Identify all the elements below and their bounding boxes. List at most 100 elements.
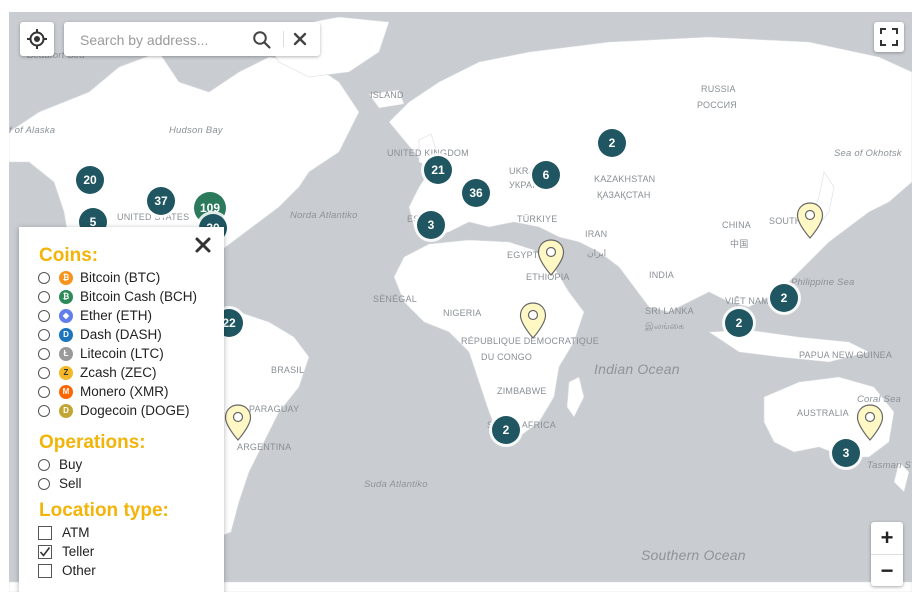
coin-option[interactable]: M Monero (XMR): [38, 382, 169, 401]
label-zimbabwe: ZIMBABWE: [497, 386, 547, 396]
label-senegal: SÉNÉGAL: [373, 294, 417, 304]
fullscreen-button[interactable]: [874, 22, 904, 52]
label-india: INDIA: [649, 270, 675, 280]
label-philippine-sea: Philippine Sea: [791, 277, 855, 288]
coin-label: Litecoin (LTC): [80, 346, 164, 361]
search-input[interactable]: [78, 29, 242, 51]
map-widget: Beaufort Sea f of Alaska Hudson Bay ISLA…: [0, 0, 912, 592]
operation-option[interactable]: Buy: [38, 455, 82, 474]
label-indian-ocean: Indian Ocean: [594, 361, 680, 377]
operation-label: Buy: [59, 457, 83, 472]
cluster-marker[interactable]: 6: [532, 161, 560, 189]
location-pin-icon[interactable]: [519, 302, 547, 340]
location-pin-icon[interactable]: [796, 202, 824, 240]
label-rdc-2: DU CONGO: [481, 352, 533, 362]
search-icon[interactable]: [252, 30, 272, 50]
search-divider: [283, 31, 284, 47]
label-united-states: UNITED STATES: [117, 212, 190, 222]
cluster-marker[interactable]: 2: [725, 309, 753, 337]
radio-button[interactable]: [38, 477, 50, 490]
location-option[interactable]: Other: [38, 561, 96, 580]
cluster-marker[interactable]: 2: [598, 129, 626, 157]
label-suda-atlantiko: Suda Atlantiko: [364, 479, 428, 490]
fullscreen-icon: [880, 28, 898, 46]
filter-panel: Coins: ₿ Bitcoin (BTC) ₿ Bitcoin Cash (BCH…: [19, 227, 224, 592]
location-label: Other: [62, 563, 96, 578]
cluster-marker[interactable]: 3: [832, 439, 860, 467]
label-australia: AUSTRALIA: [797, 408, 849, 418]
dash-icon: D: [59, 327, 73, 342]
zoom-control: + −: [871, 522, 903, 586]
cluster-marker[interactable]: 3: [417, 211, 445, 239]
cluster-marker[interactable]: 20: [76, 166, 104, 194]
cluster-marker[interactable]: 2: [770, 284, 798, 312]
location-pin-icon[interactable]: [856, 404, 884, 442]
coin-option[interactable]: Z Zcash (ZEC): [38, 363, 157, 382]
dogecoin-icon: D: [59, 403, 73, 418]
label-russia: RUSSIA: [701, 84, 736, 94]
coin-label: Dogecoin (DOGE): [80, 403, 190, 418]
radio-button[interactable]: [38, 404, 50, 417]
zoom-in-button[interactable]: +: [871, 522, 903, 555]
cluster-marker[interactable]: 2: [492, 416, 520, 444]
label-nigeria: NIGERIA: [443, 308, 482, 318]
label-sri-lanka: SRI LANKA: [645, 306, 694, 316]
zoom-out-button[interactable]: −: [871, 555, 903, 587]
label-sri-lanka-ta: இலங்கை: [645, 321, 685, 331]
coin-option[interactable]: D Dash (DASH): [38, 325, 162, 344]
label-united-kingdom: UNITED KINGDOM: [387, 148, 469, 158]
radio-button[interactable]: [38, 347, 50, 360]
label-norda-atlantiko: Norda Atlantiko: [290, 210, 358, 221]
coin-label: Ether (ETH): [80, 308, 153, 323]
location-pin-icon[interactable]: [537, 239, 565, 277]
location-option[interactable]: ATM: [38, 523, 90, 542]
coin-option[interactable]: ₿ Bitcoin (BTC): [38, 268, 160, 287]
coin-label: Dash (DASH): [80, 327, 162, 342]
label-kazakhstan-cyr: ҚАЗАҚСТАН: [597, 190, 651, 200]
label-brasil: BRASIL: [271, 365, 305, 375]
label-viet-nam: VIỆT NAM: [725, 296, 769, 306]
monero-icon: M: [59, 384, 73, 399]
operation-option[interactable]: Sell: [38, 474, 82, 493]
radio-button[interactable]: [38, 458, 50, 471]
locate-me-button[interactable]: [20, 22, 54, 56]
clear-search-icon[interactable]: [292, 31, 308, 47]
radio-button[interactable]: [38, 309, 50, 322]
zcash-icon: Z: [59, 365, 73, 380]
label-papua: PAPUA NEW GUINEA: [799, 350, 893, 360]
checkbox[interactable]: [38, 563, 52, 578]
cluster-marker[interactable]: 21: [424, 156, 452, 184]
radio-button[interactable]: [38, 366, 50, 379]
radio-button[interactable]: [38, 290, 50, 303]
checkbox[interactable]: [38, 525, 52, 540]
coin-label: Bitcoin (BTC): [80, 270, 161, 285]
location-option[interactable]: Teller: [38, 542, 94, 561]
location-type-heading: Location type:: [39, 500, 169, 521]
label-argentina: ARGENTINA: [237, 442, 292, 452]
label-kazakhstan: KAZAKHSTAN: [594, 174, 656, 184]
coin-option[interactable]: Ł Litecoin (LTC): [38, 344, 164, 363]
coin-option[interactable]: ◆ Ether (ETH): [38, 306, 152, 325]
label-turkiye: TÜRKIYE: [517, 214, 558, 224]
coin-label: Monero (XMR): [80, 384, 169, 399]
location-pin-icon[interactable]: [224, 404, 252, 442]
radio-button[interactable]: [38, 385, 50, 398]
label-iran: IRAN: [585, 229, 608, 239]
radio-button[interactable]: [38, 271, 50, 284]
label-russia-cyr: РОССИЯ: [697, 100, 737, 110]
litecoin-icon: Ł: [59, 346, 73, 361]
cluster-marker[interactable]: 37: [147, 187, 175, 215]
cluster-marker[interactable]: 36: [462, 179, 490, 207]
coin-option[interactable]: D Dogecoin (DOGE): [38, 401, 190, 420]
checkbox-checked[interactable]: [38, 544, 52, 559]
operations-heading: Operations:: [39, 432, 146, 453]
close-icon[interactable]: [194, 236, 212, 254]
label-hudson-bay: Hudson Bay: [169, 125, 223, 136]
label-tasman: Tasman S: [867, 460, 912, 471]
radio-button[interactable]: [38, 328, 50, 341]
coin-label: Zcash (ZEC): [80, 365, 157, 380]
coins-heading: Coins:: [39, 245, 99, 266]
crosshair-icon: [27, 29, 47, 49]
coin-option[interactable]: ₿ Bitcoin Cash (BCH): [38, 287, 197, 306]
address-search: [64, 22, 320, 56]
